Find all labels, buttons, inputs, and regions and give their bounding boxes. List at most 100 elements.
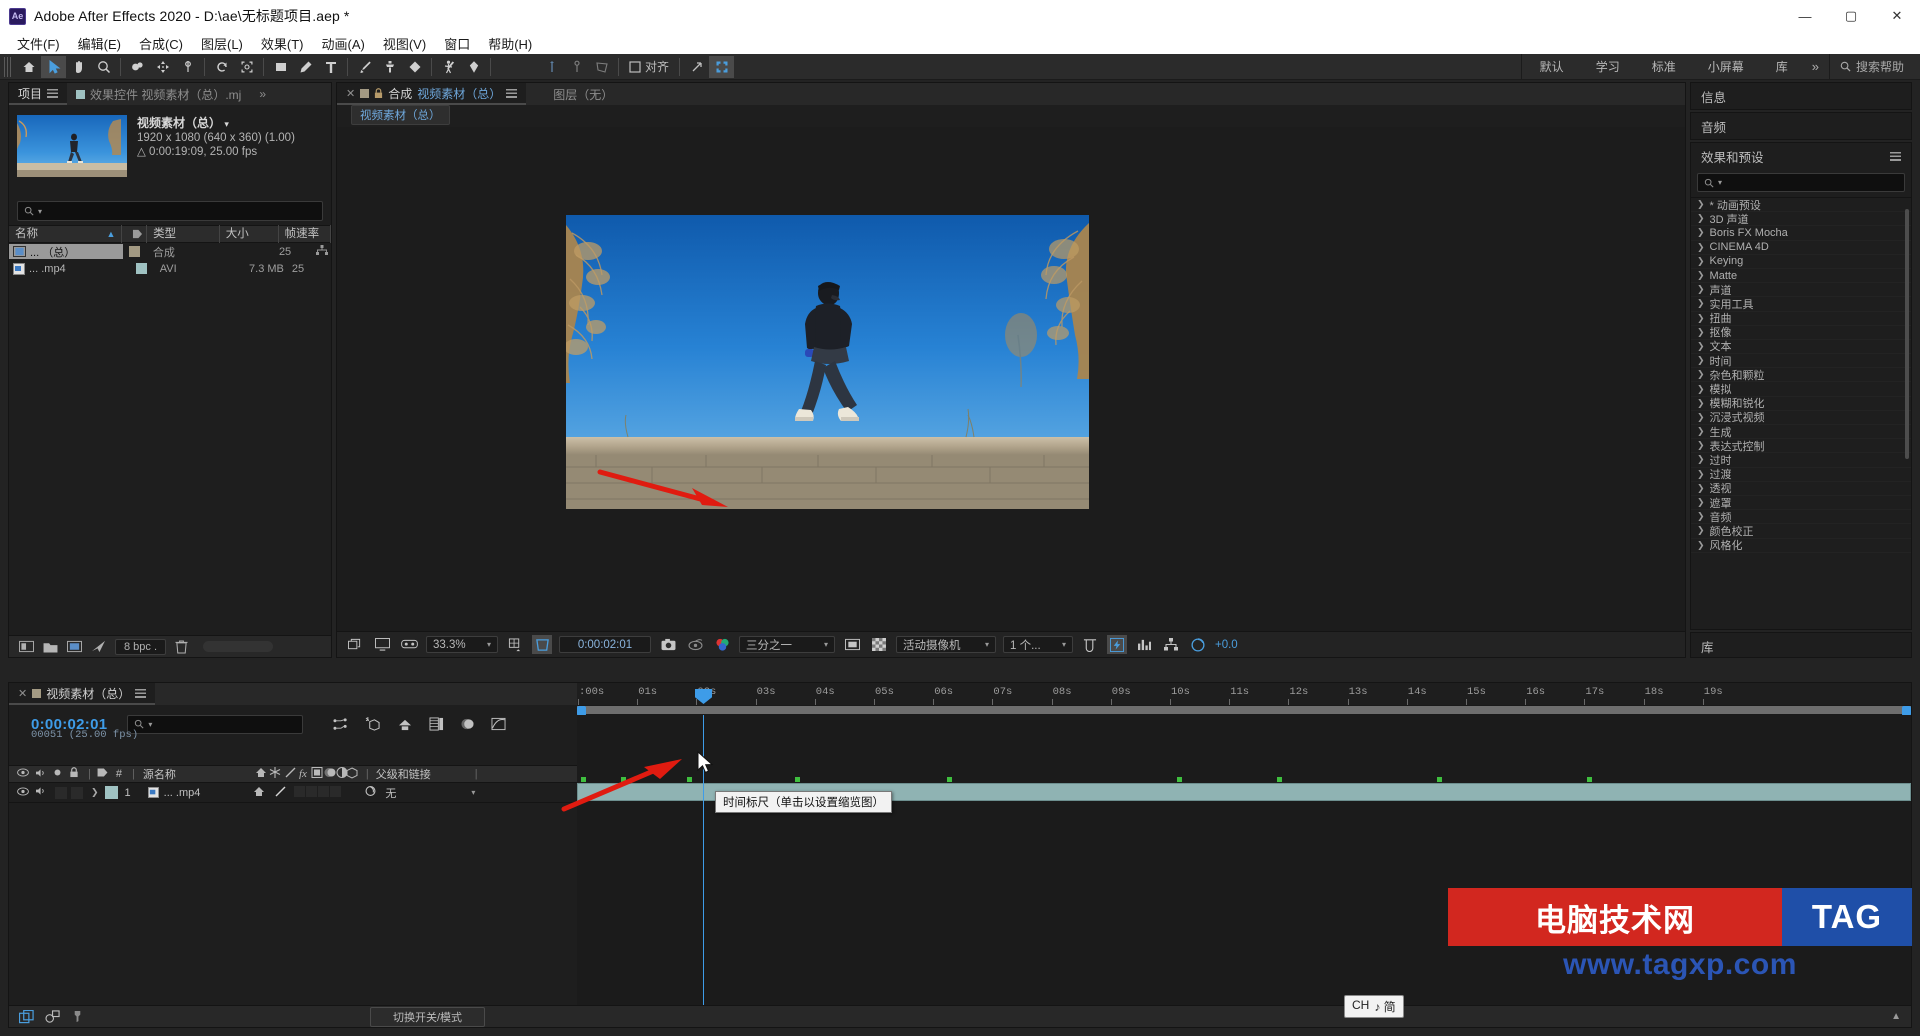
row-color-chip[interactable] <box>123 246 147 257</box>
source-name-column[interactable]: 源名称 <box>143 766 176 782</box>
new-composition-icon[interactable] <box>67 640 82 653</box>
transparency-grid-icon[interactable] <box>869 635 889 654</box>
comp-time-field[interactable]: 0:00:02:01 <box>559 636 651 653</box>
workspace-default[interactable]: 默认 <box>1524 54 1580 80</box>
rectangle-tool-icon[interactable] <box>268 56 293 78</box>
workspace-small-screen[interactable]: 小屏幕 <box>1692 54 1760 80</box>
align-toggle[interactable]: 对齐 <box>623 58 675 75</box>
audio-icon[interactable] <box>35 768 47 781</box>
chevron-right-icon[interactable]: ❯ <box>1697 270 1705 281</box>
tab-effect-controls[interactable]: 效果控件 视频素材（总）.mj <box>67 83 250 105</box>
eraser-tool-icon[interactable] <box>402 56 427 78</box>
chevron-right-icon[interactable]: ❯ <box>1697 511 1705 522</box>
vr-view-icon[interactable] <box>399 635 419 654</box>
close-button[interactable]: ✕ <box>1874 0 1920 32</box>
puppet-tool-icon[interactable] <box>461 56 486 78</box>
project-tabs-overflow[interactable]: » <box>250 83 275 105</box>
column-label-tag[interactable] <box>122 225 148 243</box>
parent-select[interactable]: 无 ▾ <box>385 785 475 801</box>
chevron-right-icon[interactable]: ❯ <box>1697 298 1705 309</box>
interpret-footage-icon[interactable] <box>19 640 34 653</box>
workspace-overflow-button[interactable]: » <box>1804 54 1827 80</box>
chevron-right-icon[interactable]: ❯ <box>1697 242 1705 253</box>
chevron-right-icon[interactable]: ❯ <box>1697 398 1705 409</box>
chevron-right-icon[interactable]: ❯ <box>1697 256 1705 267</box>
frame-blending-icon[interactable] <box>429 717 444 731</box>
effects-category-list[interactable]: ❯ * 动画预设 ❯ 3D 声道 ❯ Boris FX Mocha ❯ CINEMA 4D ❯ K… <box>1691 197 1911 553</box>
column-name[interactable]: 名称 ▲ <box>9 225 123 243</box>
menu-help[interactable]: 帮助(H) <box>479 32 541 55</box>
chevron-right-icon[interactable]: ❯ <box>1697 384 1705 395</box>
snap-shape-icon[interactable] <box>589 56 614 78</box>
chevron-right-icon[interactable]: ❯ <box>1697 313 1705 324</box>
project-search-input[interactable]: ▾ <box>17 201 323 221</box>
region-of-interest-button[interactable] <box>532 635 552 654</box>
close-icon[interactable]: ✕ <box>18 687 27 700</box>
layer-visibility-toggle[interactable] <box>17 786 29 799</box>
panel-menu-icon[interactable] <box>506 88 518 98</box>
timeline-zoom-handle[interactable]: ▲ <box>1891 1011 1901 1022</box>
motion-blur-icon[interactable] <box>460 717 475 731</box>
tab-layer[interactable]: 图层（无） <box>544 83 622 105</box>
keyframe-marker[interactable] <box>795 777 800 782</box>
chevron-right-icon[interactable]: ❯ <box>1697 341 1705 352</box>
chevron-down-icon[interactable]: ▾ <box>1718 178 1722 187</box>
pan-behind-tool-icon[interactable] <box>150 56 175 78</box>
audio-panel-title[interactable]: 音频 <box>1691 113 1911 139</box>
list-item[interactable]: ❯ 1 ... .mp4 无 ▾ <box>9 783 577 803</box>
current-time-indicator[interactable] <box>703 715 704 1005</box>
zoom-level-select[interactable]: 33.3% ▾ <box>426 636 498 653</box>
chevron-right-icon[interactable]: ❯ <box>1697 540 1705 551</box>
info-panel-title[interactable]: 信息 <box>1691 83 1911 109</box>
camera-select[interactable]: 活动摄像机 ▾ <box>896 636 996 653</box>
snap-vertical-icon[interactable] <box>539 56 564 78</box>
roto-brush-tool-icon[interactable] <box>436 56 461 78</box>
chevron-right-icon[interactable]: ❯ <box>1697 483 1705 494</box>
menu-edit[interactable]: 编辑(E) <box>69 32 130 55</box>
chevron-right-icon[interactable]: ❯ <box>1697 426 1705 437</box>
project-scrollbar[interactable] <box>203 641 274 652</box>
grid-guides-select[interactable]: 三分之一 ▾ <box>739 636 835 653</box>
keyframe-marker[interactable] <box>1437 777 1442 782</box>
tab-timeline-comp[interactable]: ✕ 视频素材（总） <box>9 683 156 705</box>
keyframe-marker[interactable] <box>1587 777 1592 782</box>
menu-window[interactable]: 窗口 <box>435 32 479 55</box>
expand-layer-icon[interactable]: ❯ <box>91 787 99 798</box>
transform-box-icon[interactable] <box>709 55 735 78</box>
menu-composition[interactable]: 合成(C) <box>130 32 192 55</box>
label-color-icon[interactable] <box>97 768 108 780</box>
row-name-cell[interactable]: ... （总） <box>9 244 123 259</box>
work-area-bar[interactable] <box>577 705 1911 716</box>
chevron-right-icon[interactable]: ❯ <box>1697 355 1705 366</box>
project-settings-icon[interactable] <box>91 640 106 653</box>
lock-icon[interactable] <box>69 767 79 781</box>
comp-flowchart-icon[interactable] <box>1161 635 1181 654</box>
chevron-right-icon[interactable]: ❯ <box>1697 199 1705 210</box>
home-icon[interactable] <box>16 56 41 78</box>
row-name-cell[interactable]: ... .mp4 <box>9 261 128 276</box>
clone-stamp-tool-icon[interactable] <box>377 56 402 78</box>
keyframe-marker[interactable] <box>1177 777 1182 782</box>
table-row[interactable]: ... （总） 合成 25 <box>9 243 331 260</box>
selection-tool-icon[interactable] <box>41 55 66 78</box>
orbit-tool-icon[interactable] <box>125 56 150 78</box>
breadcrumb-item[interactable]: 视频素材（总） <box>351 105 450 125</box>
list-item[interactable]: ❯ 3D 声道 <box>1691 212 1911 227</box>
solo-icon[interactable] <box>53 768 62 780</box>
chevron-right-icon[interactable]: ❯ <box>1697 284 1705 295</box>
keyframe-marker[interactable] <box>621 777 626 782</box>
panel-menu-icon[interactable] <box>135 688 147 698</box>
list-item[interactable]: ❯ Keying <box>1691 255 1911 269</box>
snapshot-icon[interactable] <box>658 635 678 654</box>
chevron-right-icon[interactable]: ❯ <box>1697 469 1705 480</box>
menu-view[interactable]: 视图(V) <box>374 32 435 55</box>
zoom-tool-icon[interactable] <box>91 56 116 78</box>
graph-arrow-icon[interactable] <box>684 56 709 78</box>
timeline-search-input[interactable]: ▾ <box>127 714 304 734</box>
resolution-icon[interactable] <box>505 635 525 654</box>
hand-tool-icon[interactable] <box>66 56 91 78</box>
brush-tool-icon[interactable] <box>352 56 377 78</box>
new-folder-icon[interactable] <box>43 640 58 653</box>
menu-effect[interactable]: 效果(T) <box>252 32 313 55</box>
snap-anchor-icon[interactable] <box>564 56 589 78</box>
